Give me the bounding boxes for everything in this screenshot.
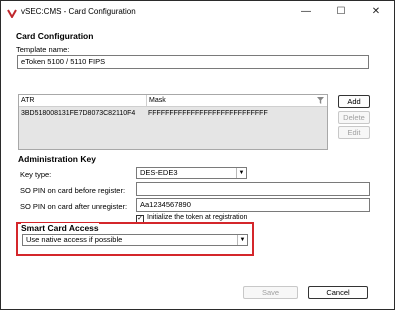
minimize-button[interactable]: —	[291, 1, 321, 23]
smart-card-access-select[interactable]: Use native access if possible ▼	[22, 234, 248, 246]
card-configuration-window: vSEC:CMS - Card Configuration — ☐ ✕ Card…	[0, 0, 395, 310]
smart-card-access-heading: Smart Card Access	[21, 223, 99, 233]
close-button[interactable]: ✕	[361, 1, 391, 23]
key-type-label: Key type:	[20, 170, 52, 179]
delete-button[interactable]: Delete	[338, 111, 370, 124]
add-button[interactable]: Add	[338, 95, 370, 108]
maximize-button[interactable]: ☐	[326, 1, 356, 23]
so-pin-before-label: SO PIN on card before register:	[20, 186, 126, 195]
so-pin-before-input[interactable]	[136, 182, 370, 196]
chevron-down-icon: ▼	[236, 168, 246, 178]
column-header-mask-label: Mask	[149, 97, 166, 104]
template-name-input[interactable]: eToken 5100 / 5110 FIPS	[17, 55, 369, 69]
title-bar[interactable]: vSEC:CMS - Card Configuration — ☐ ✕	[1, 1, 394, 25]
filter-icon	[317, 97, 324, 104]
table-cell-atr[interactable]: 3BD518008131FE7D8073C82110F4	[19, 108, 146, 119]
table-cell-mask[interactable]: FFFFFFFFFFFFFFFFFFFFFFFFFFFF	[146, 108, 327, 119]
key-type-select[interactable]: DES-EDE3 ▼	[136, 167, 247, 179]
save-button[interactable]: Save	[243, 286, 298, 299]
so-pin-after-label: SO PIN on card after unregister:	[20, 202, 128, 211]
atr-table[interactable]: ATR Mask 3BD518008131FE7D8073C82110F4 FF…	[18, 94, 328, 150]
column-header-atr[interactable]: ATR	[19, 95, 146, 106]
smart-card-access-value: Use native access if possible	[26, 235, 123, 244]
template-name-label: Template name:	[16, 45, 70, 54]
edit-button[interactable]: Edit	[338, 126, 370, 139]
cancel-button[interactable]: Cancel	[308, 286, 368, 299]
vsec-logo-icon	[7, 9, 17, 18]
so-pin-after-input[interactable]: Aa1234567890	[136, 198, 370, 212]
card-configuration-heading: Card Configuration	[16, 31, 94, 41]
column-header-mask[interactable]: Mask	[146, 95, 327, 106]
administration-key-heading: Administration Key	[18, 154, 96, 164]
initialize-token-label: Initialize the token at registration	[147, 214, 248, 221]
table-header: ATR Mask	[19, 95, 327, 107]
key-type-value: DES-EDE3	[140, 168, 178, 177]
chevron-down-icon: ▼	[237, 235, 247, 245]
window-title: vSEC:CMS - Card Configuration	[21, 7, 136, 16]
